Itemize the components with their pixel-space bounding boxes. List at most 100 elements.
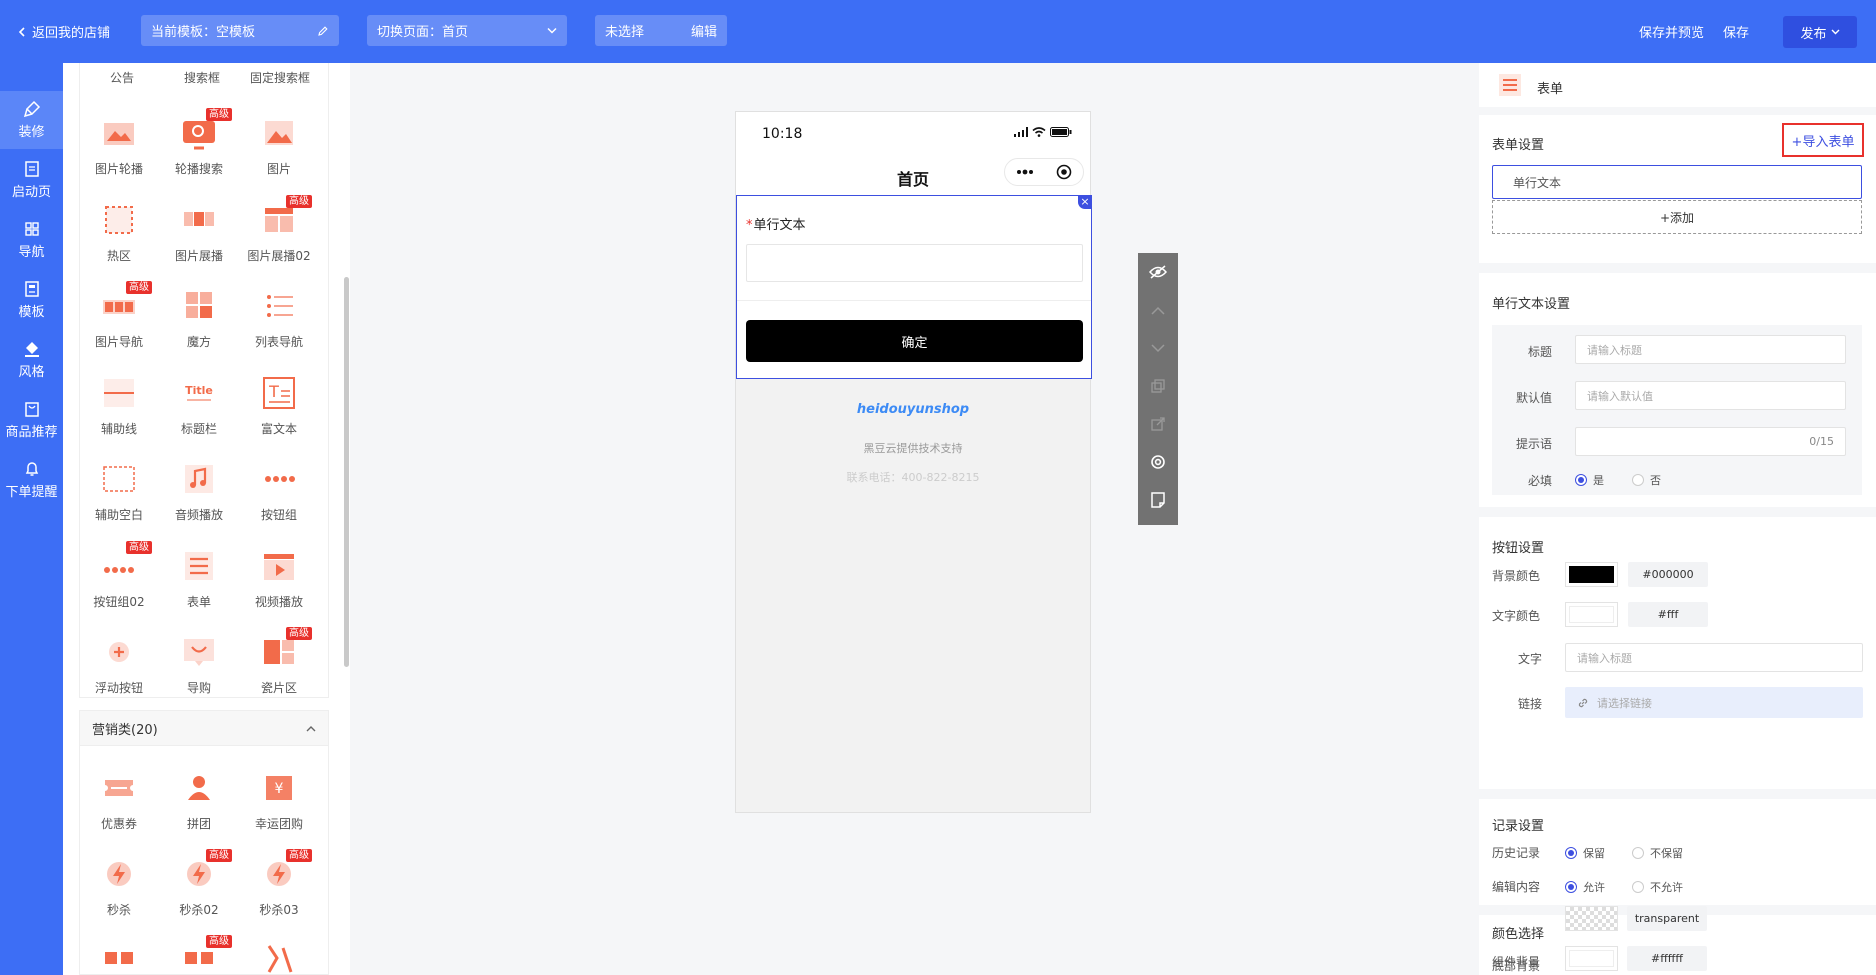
component-image-show2[interactable]: 图片展播02 高级 <box>239 188 319 268</box>
move-up-tool[interactable] <box>1138 291 1178 329</box>
bg-color-swatch[interactable] <box>1565 562 1618 587</box>
rail-item-launch[interactable]: 启动页 <box>0 151 63 209</box>
component-form[interactable]: 表单 <box>159 534 239 614</box>
component-countdown[interactable] <box>79 928 159 975</box>
publish-button[interactable]: 发布 <box>1783 16 1857 48</box>
component-hotspot[interactable]: 热区 <box>79 188 159 268</box>
component-label: 导购 <box>186 681 211 695</box>
component-tile[interactable]: 瓷片区 高级 <box>239 620 319 700</box>
component-coupon[interactable]: 优惠券 <box>79 756 159 836</box>
history-not-keep-radio[interactable]: 不保留 <box>1632 845 1683 861</box>
title-input[interactable]: 请输入标题 <box>1575 335 1846 364</box>
page-icon <box>24 161 39 177</box>
comp-search[interactable]: 搜索框 <box>184 69 220 86</box>
rail-item-style[interactable]: 风格 <box>0 331 63 389</box>
history-keep-radio[interactable]: 保留 <box>1565 845 1605 861</box>
rail-item-goods[interactable]: 商品推荐 <box>0 391 63 449</box>
hint-input[interactable]: 0/15 <box>1575 427 1846 456</box>
current-template-box[interactable]: 当前模板：空模板 <box>141 15 339 46</box>
component-label: 幸运团购 <box>254 817 303 831</box>
edit-not-allow-radio[interactable]: 不允许 <box>1632 879 1683 895</box>
component-image-carousel[interactable]: 图片轮播 <box>79 101 159 181</box>
note-tool[interactable] <box>1138 481 1178 519</box>
text-color-swatch[interactable] <box>1565 602 1618 627</box>
rail-item-template[interactable]: 模板 <box>0 271 63 329</box>
comp-fixed-search[interactable]: 固定搜索框 <box>250 69 310 86</box>
component-label: 列表导航 <box>254 335 303 349</box>
comp-bg-value[interactable]: #ffffff <box>1627 946 1707 971</box>
component-video[interactable]: 视频播放 <box>239 534 319 614</box>
rail-item-nav[interactable]: 导航 <box>0 211 63 269</box>
component-flash3[interactable]: 秒杀03 高级 <box>239 842 319 922</box>
component-image-nav[interactable]: 图片导航 高级 <box>79 274 159 354</box>
rail-item-decorate[interactable]: 装修 <box>0 91 63 149</box>
export-tool[interactable] <box>1138 405 1178 443</box>
component-float-button[interactable]: 浮动按钮 <box>79 620 159 700</box>
component-lucky[interactable]: ¥ 幸运团购 <box>239 756 319 836</box>
hide-tool[interactable] <box>1138 253 1178 291</box>
component-blank[interactable]: 辅助空白 <box>79 447 159 527</box>
component-richtext[interactable]: T 富文本 <box>239 361 319 441</box>
required-no-radio[interactable]: 否 <box>1632 472 1661 488</box>
comp-bg-swatch[interactable] <box>1565 946 1618 971</box>
back-to-shop-link[interactable]: 返回我的店铺 <box>18 22 110 41</box>
form-submit-button[interactable]: 确定 <box>746 320 1083 362</box>
hotspot-icon <box>105 205 133 234</box>
component-bargain[interactable] <box>239 928 319 975</box>
rail-label: 模板 <box>18 305 45 320</box>
link-label: 链接 <box>1518 697 1543 711</box>
switch-page-select[interactable]: 切换页面：首页 <box>367 15 567 46</box>
component-group-buy[interactable]: 拼团 <box>159 756 239 836</box>
link-selector[interactable]: 请选择链接 <box>1565 687 1863 718</box>
pencil-icon[interactable] <box>317 25 329 37</box>
edit-allow-radio[interactable]: 允许 <box>1565 879 1605 895</box>
save-preview-button[interactable]: 保存并预览 <box>1639 22 1704 41</box>
button-text-label: 文字 <box>1518 652 1543 666</box>
component-image[interactable]: 图片 <box>239 101 319 181</box>
selected-item-box[interactable]: 未选择 编辑 <box>595 15 727 46</box>
import-form-button[interactable]: +导入表单 <box>1782 123 1864 157</box>
component-list-nav[interactable]: 列表导航 <box>239 274 319 354</box>
bottom-bg-swatch[interactable] <box>1565 906 1618 931</box>
form-field-item[interactable]: 单行文本 <box>1492 165 1862 199</box>
comp-notice[interactable]: 公告 <box>110 69 134 86</box>
remove-component-icon[interactable]: × <box>1078 195 1092 209</box>
component-audio[interactable]: 音频播放 <box>159 447 239 527</box>
countdown-icon <box>105 952 133 964</box>
default-value-input[interactable]: 请输入默认值 <box>1575 381 1846 410</box>
more-icon[interactable] <box>1016 169 1034 175</box>
rail-item-order-reminder[interactable]: 下单提醒 <box>0 451 63 509</box>
bargain-icon <box>267 945 293 973</box>
text-color-value[interactable]: #fff <box>1628 602 1708 627</box>
component-title[interactable]: Title 标题栏 <box>159 361 239 441</box>
target-close-icon[interactable] <box>1056 164 1072 180</box>
publish-label: 发布 <box>1800 26 1827 42</box>
component-carousel-search[interactable]: 轮播搜索 高级 <box>159 101 239 181</box>
bg-color-value[interactable]: #000000 <box>1628 562 1708 587</box>
mini-program-capsule[interactable] <box>1004 158 1084 186</box>
required-yes-radio[interactable]: 是 <box>1575 472 1604 488</box>
component-button-group[interactable]: 按钮组 <box>239 447 319 527</box>
component-flash[interactable]: 秒杀 <box>79 842 159 922</box>
button-text-input[interactable]: 请输入标题 <box>1565 643 1863 672</box>
marketing-group-header[interactable]: 营销类(20) <box>79 710 329 746</box>
move-down-tool[interactable] <box>1138 329 1178 367</box>
component-cube[interactable]: 魔方 <box>159 274 239 354</box>
component-countdown2[interactable]: 高级 <box>159 928 239 975</box>
bottom-bg-value[interactable]: transparent <box>1627 906 1707 931</box>
component-flash2[interactable]: 秒杀02 高级 <box>159 842 239 922</box>
component-button-group2[interactable]: 按钮组02 高级 <box>79 534 159 614</box>
add-field-button[interactable]: +添加 <box>1492 200 1862 234</box>
component-divider[interactable]: 辅助线 <box>79 361 159 441</box>
svg-text:Title: Title <box>185 384 213 397</box>
settings-tool[interactable] <box>1138 443 1178 481</box>
panel-scrollbar[interactable] <box>344 277 349 667</box>
edit-link[interactable]: 编辑 <box>691 21 717 40</box>
form-text-input[interactable] <box>746 244 1083 282</box>
image-icon <box>265 121 293 145</box>
component-image-show[interactable]: 图片展播 <box>159 188 239 268</box>
copy-tool[interactable] <box>1138 367 1178 405</box>
component-guide[interactable]: 导购 <box>159 620 239 700</box>
form-component-selected[interactable]: × *单行文本 确定 <box>736 195 1092 379</box>
save-button[interactable]: 保存 <box>1723 22 1749 41</box>
